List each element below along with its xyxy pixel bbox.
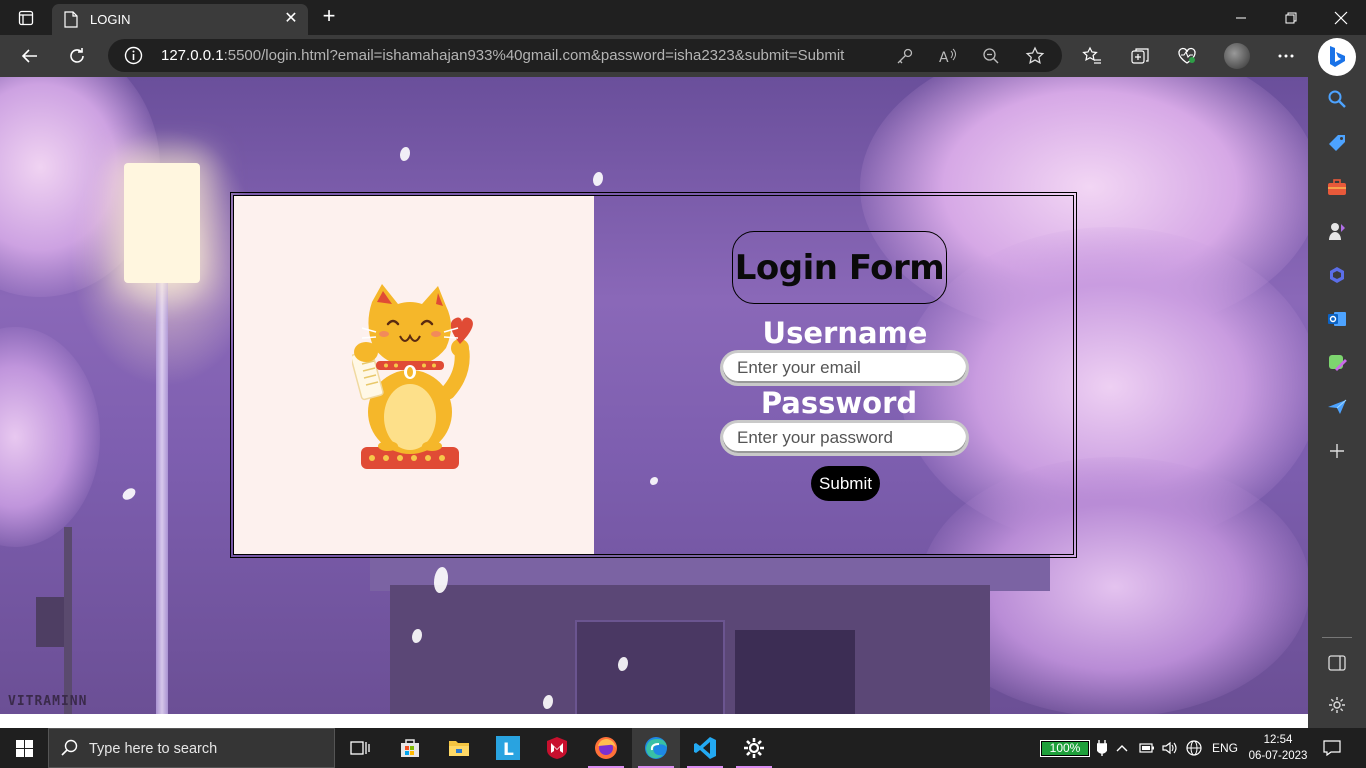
new-tab-button[interactable]: + xyxy=(316,5,342,29)
browser-tab-bar: LOGIN ✕ + xyxy=(0,0,1366,35)
mcafee-icon[interactable] xyxy=(533,728,581,768)
close-window-icon[interactable] xyxy=(1316,0,1366,35)
windows-taskbar: Type here to search L 100% ENG 12:54 06-… xyxy=(0,728,1366,768)
browser-toolbar: 127.0.0.1:5500/login.html?email=ishamaha… xyxy=(0,35,1366,77)
refresh-icon[interactable] xyxy=(61,40,93,72)
utility-box xyxy=(36,597,64,647)
petal xyxy=(400,147,410,161)
anime-background: VITRAMINN Login Form Username Enter your… xyxy=(0,77,1308,714)
svg-text:A: A xyxy=(939,50,949,65)
battery-indicator[interactable]: 100% xyxy=(1040,740,1090,757)
site-info-icon[interactable] xyxy=(124,46,143,70)
bing-chat-icon[interactable] xyxy=(1318,38,1356,76)
favorites-icon[interactable] xyxy=(1078,42,1106,70)
windows-start-icon[interactable] xyxy=(0,728,48,768)
volume-icon[interactable] xyxy=(1160,738,1180,758)
petal xyxy=(593,172,603,186)
microsoft-365-icon[interactable] xyxy=(1324,262,1350,288)
clock[interactable]: 12:54 06-07-2023 xyxy=(1244,732,1312,764)
outlook-icon[interactable] xyxy=(1324,306,1350,332)
notification-icon[interactable] xyxy=(1320,736,1344,760)
more-options-icon[interactable] xyxy=(1272,42,1300,70)
battery-icon[interactable] xyxy=(1137,738,1157,758)
search-icon xyxy=(61,739,79,762)
back-icon[interactable] xyxy=(14,40,46,72)
power-plug-icon[interactable] xyxy=(1092,738,1112,758)
login-container: Login Form Username Password Submit xyxy=(230,192,1077,558)
file-explorer-icon[interactable] xyxy=(435,728,483,768)
tools-briefcase-icon[interactable] xyxy=(1324,174,1350,200)
tab-actions-icon[interactable] xyxy=(10,6,42,30)
page-bottom-strip xyxy=(0,714,1308,728)
browser-tab[interactable]: LOGIN ✕ xyxy=(52,4,308,35)
submit-button[interactable]: Submit xyxy=(811,466,880,501)
shopping-tag-icon[interactable] xyxy=(1324,130,1350,156)
petal xyxy=(120,485,138,503)
launcher-l-icon[interactable]: L xyxy=(484,728,532,768)
games-icon[interactable] xyxy=(1324,218,1350,244)
minimize-icon[interactable] xyxy=(1216,0,1266,35)
battery-percent: 100% xyxy=(1049,741,1081,755)
settings-gear-icon[interactable] xyxy=(730,728,778,768)
watermark: VITRAMINN xyxy=(8,694,88,709)
lucky-cat-illustration xyxy=(350,282,477,477)
edge-sidebar xyxy=(1308,77,1366,728)
read-aloud-icon[interactable]: A xyxy=(937,45,959,67)
password-label: Password xyxy=(760,386,918,420)
svg-text:L: L xyxy=(503,740,514,760)
designer-icon[interactable] xyxy=(1324,350,1350,376)
tab-title: LOGIN xyxy=(90,12,131,27)
url-path: :5500/login.html?email=ishamahajan933%40… xyxy=(223,47,845,64)
language-indicator[interactable]: ENG xyxy=(1212,741,1238,755)
browser-essentials-icon[interactable] xyxy=(1173,42,1201,70)
edge-icon[interactable] xyxy=(632,728,680,768)
restore-icon[interactable] xyxy=(1266,0,1316,35)
collections-icon[interactable] xyxy=(1126,42,1154,70)
taskbar-search-box[interactable]: Type here to search xyxy=(48,728,335,768)
search-placeholder: Type here to search xyxy=(89,741,218,757)
house-shutter xyxy=(575,620,725,714)
username-label: Username xyxy=(762,316,928,350)
address-bar[interactable]: 127.0.0.1:5500/login.html?email=ishamaha… xyxy=(108,39,1062,72)
clock-time: 12:54 xyxy=(1263,734,1293,746)
form-title: Login Form xyxy=(732,231,947,304)
hide-sidebar-icon[interactable] xyxy=(1324,650,1350,676)
house-window xyxy=(735,630,855,714)
chevron-up-icon[interactable] xyxy=(1112,738,1132,758)
street-lamp-pole xyxy=(156,227,168,714)
send-icon[interactable] xyxy=(1324,394,1350,420)
settings-gear-icon[interactable] xyxy=(1324,692,1350,718)
key-icon[interactable] xyxy=(894,45,916,67)
url-host: 127.0.0.1 xyxy=(161,47,224,64)
add-icon[interactable] xyxy=(1324,438,1350,464)
close-tab-icon[interactable]: ✕ xyxy=(282,10,300,28)
page-icon xyxy=(64,11,78,33)
clock-date: 06-07-2023 xyxy=(1248,750,1308,762)
task-view-icon[interactable] xyxy=(336,728,384,768)
password-field[interactable] xyxy=(720,420,969,456)
illustration-panel xyxy=(234,196,594,554)
email-field[interactable] xyxy=(720,350,969,386)
utility-pole xyxy=(64,527,72,714)
form-panel: Login Form Username Password Submit xyxy=(594,196,1073,554)
page-viewport: VITRAMINN Login Form Username Enter your… xyxy=(0,77,1308,728)
zoom-out-icon[interactable] xyxy=(980,45,1002,67)
network-globe-icon[interactable] xyxy=(1184,738,1204,758)
microsoft-store-icon[interactable] xyxy=(386,728,434,768)
profile-avatar[interactable] xyxy=(1224,43,1250,69)
vscode-icon[interactable] xyxy=(681,728,729,768)
sidebar-divider xyxy=(1322,637,1352,638)
favorite-star-icon[interactable] xyxy=(1024,45,1046,67)
search-icon[interactable] xyxy=(1324,86,1350,112)
street-lamp xyxy=(124,163,200,283)
url-text[interactable]: 127.0.0.1:5500/login.html?email=ishamaha… xyxy=(161,47,844,64)
firefox-icon[interactable] xyxy=(582,728,630,768)
